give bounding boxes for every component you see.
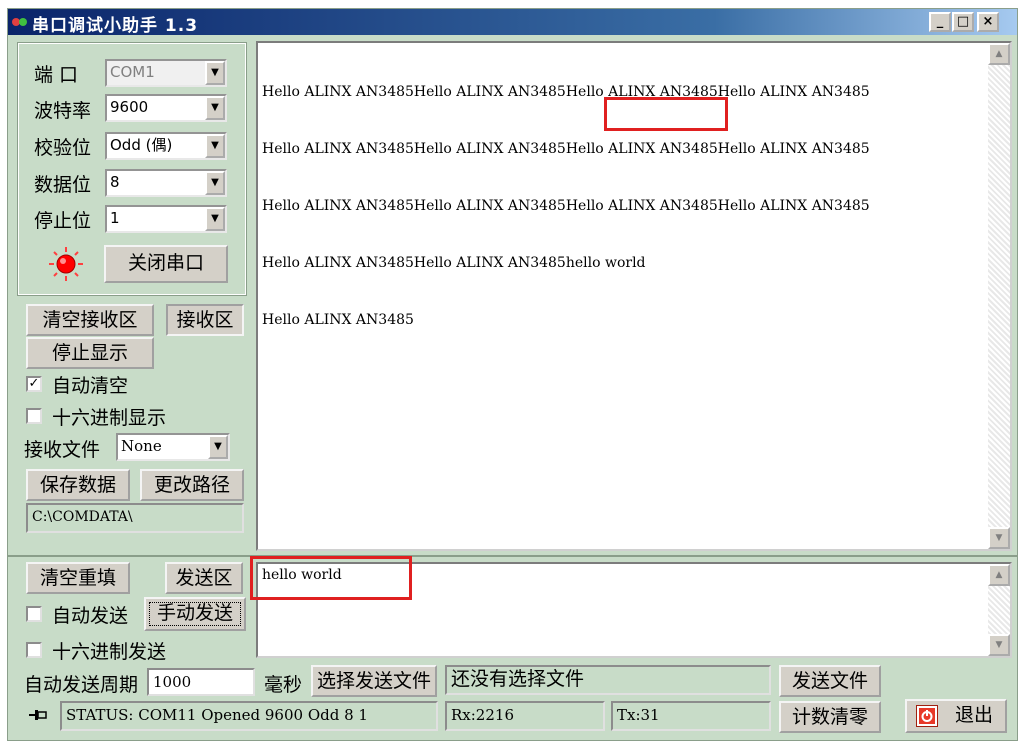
period-unit-label: 毫秒 [264, 674, 303, 696]
scroll-down-icon[interactable]: ▼ [988, 634, 1010, 656]
send-file-button[interactable]: 发送文件 [779, 665, 881, 697]
choose-send-file-button[interactable]: 选择发送文件 [311, 665, 437, 697]
chevron-down-icon: ▼ [208, 435, 228, 459]
serial-debug-window: 串口调试小助手 1.3 _ □ × 端 口 COM1 ▼ 波特率 9600 ▼ … [7, 8, 1018, 741]
auto-send-checkbox[interactable] [26, 606, 42, 622]
send-scrollbar[interactable]: ▲ ▼ [988, 564, 1010, 656]
rx-counter: Rx:2216 [445, 701, 605, 731]
auto-clear-checkbox[interactable]: ✓ [26, 376, 42, 392]
save-data-button[interactable]: 保存数据 [26, 469, 130, 501]
chevron-down-icon: ▼ [205, 61, 225, 85]
exit-label: 退出 [955, 704, 994, 726]
power-icon [916, 705, 938, 727]
maximize-button[interactable]: □ [952, 12, 974, 32]
parity-label: 校验位 [34, 137, 92, 159]
parity-select[interactable]: Odd (偶) ▼ [105, 132, 227, 160]
stopbits-label: 停止位 [34, 210, 92, 232]
receive-area-button[interactable]: 接收区 [166, 304, 244, 336]
reset-count-button[interactable]: 计数清零 [779, 701, 881, 733]
pin-icon[interactable] [28, 706, 48, 724]
period-input[interactable]: 1000 [147, 668, 255, 696]
hex-send-label: 十六进制发送 [52, 641, 167, 663]
receive-line: Hello ALINX AN3485Hello ALINX AN3485Hell… [262, 84, 870, 100]
receive-file-select[interactable]: None ▼ [116, 433, 230, 461]
baud-value: 9600 [110, 98, 149, 116]
change-path-button[interactable]: 更改路径 [140, 469, 244, 501]
divider [8, 555, 1017, 557]
baud-label: 波特率 [34, 100, 92, 122]
port-value: COM1 [110, 63, 155, 81]
receive-file-label: 接收文件 [24, 439, 101, 461]
databits-select[interactable]: 8 ▼ [105, 169, 227, 197]
receive-line: Hello ALINX AN3485 [262, 312, 414, 328]
close-button[interactable]: × [977, 12, 999, 32]
auto-clear-label: 自动清空 [52, 375, 129, 397]
manual-send-button[interactable]: 手动发送 [144, 597, 246, 631]
close-port-button[interactable]: 关闭串口 [104, 245, 228, 283]
period-label: 自动发送周期 [24, 674, 139, 696]
receive-file-value: None [121, 437, 162, 455]
send-area-button[interactable]: 发送区 [165, 562, 243, 594]
port-label: 端 口 [34, 64, 79, 86]
stopbits-value: 1 [110, 209, 120, 227]
databits-label: 数据位 [34, 174, 92, 196]
parity-value: Odd (偶) [110, 136, 173, 154]
receive-line: Hello ALINX AN3485Hello ALINX AN3485Hell… [262, 141, 870, 157]
title-bar[interactable]: 串口调试小助手 1.3 _ □ × [8, 9, 1017, 36]
received-text-highlight [604, 97, 728, 131]
receive-text: Hello ALINX AN3485 Hello ALINX AN3485Hell… [262, 45, 870, 368]
hex-send-checkbox[interactable] [26, 642, 42, 658]
scroll-up-icon[interactable]: ▲ [988, 564, 1010, 586]
app-icon [12, 18, 27, 26]
receive-scrollbar[interactable]: ▲ ▼ [988, 43, 1010, 549]
send-text-highlight [250, 556, 412, 600]
clear-receive-button[interactable]: 清空接收区 [26, 304, 154, 336]
chevron-down-icon: ▼ [205, 134, 225, 158]
hex-display-checkbox[interactable] [26, 408, 42, 424]
save-path-field: C:\COMDATA\ [26, 503, 244, 533]
minimize-button[interactable]: _ [929, 12, 951, 32]
chevron-down-icon: ▼ [205, 171, 225, 195]
led-indicator-icon [49, 247, 83, 281]
clear-send-button[interactable]: 清空重填 [26, 562, 130, 594]
baud-select[interactable]: 9600 ▼ [105, 94, 227, 122]
exit-button[interactable]: 退出 [905, 699, 1007, 733]
stopbits-select[interactable]: 1 ▼ [105, 205, 227, 233]
tx-counter: Tx:31 [611, 701, 771, 731]
receive-line: Hello ALINX AN3485Hello ALINX AN3485hell… [262, 255, 646, 271]
status-field: STATUS: COM11 Opened 9600 Odd 8 1 [60, 701, 438, 731]
port-select[interactable]: COM1 ▼ [105, 59, 227, 87]
databits-value: 8 [110, 173, 120, 191]
auto-send-label: 自动发送 [52, 605, 129, 627]
scroll-down-icon[interactable]: ▼ [988, 527, 1010, 549]
scroll-up-icon[interactable]: ▲ [988, 43, 1010, 65]
hex-display-label: 十六进制显示 [52, 407, 167, 429]
window-title: 串口调试小助手 1.3 [32, 16, 199, 36]
chevron-down-icon: ▼ [205, 207, 225, 231]
chevron-down-icon: ▼ [205, 96, 225, 120]
file-status-field: 还没有选择文件 [445, 665, 771, 695]
stop-display-button[interactable]: 停止显示 [26, 337, 154, 369]
receive-line: Hello ALINX AN3485Hello ALINX AN3485Hell… [262, 198, 870, 214]
